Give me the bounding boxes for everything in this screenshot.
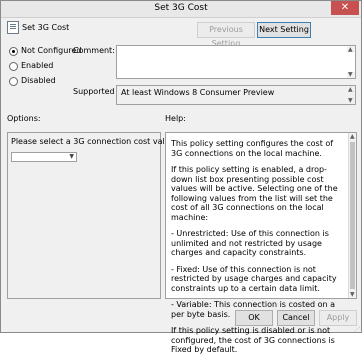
window-title: Set 3G Cost xyxy=(154,3,208,13)
chevron-down-icon[interactable]: ▼ xyxy=(69,153,74,160)
comment-scroll-down-arrow[interactable] xyxy=(347,71,355,78)
supported-scroll-down-arrow[interactable] xyxy=(347,97,355,104)
apply-button[interactable]: Apply xyxy=(319,310,357,326)
radio-disabled-dot[interactable] xyxy=(9,77,18,86)
radio-enabled-dot[interactable] xyxy=(9,62,18,71)
previous-setting-button[interactable]: Previous Setting xyxy=(197,22,255,48)
comment-label: Comment: xyxy=(73,46,115,55)
supported-scroll-up-arrow[interactable] xyxy=(347,86,355,93)
policy-header: Set 3G Cost Previous Setting Next Settin… xyxy=(7,19,357,48)
cancel-button[interactable]: Cancel xyxy=(277,310,315,326)
resize-grip-icon[interactable] xyxy=(354,325,360,333)
help-scrollbar[interactable] xyxy=(348,133,356,298)
radio-enabled-label: Enabled xyxy=(21,61,54,70)
help-paragraph: This policy setting configures the cost … xyxy=(171,139,334,158)
radio-disabled-label: Disabled xyxy=(21,76,56,85)
help-paragraph: - Fixed: Use of this connection is not r… xyxy=(171,264,337,293)
comment-scroll-up-arrow[interactable] xyxy=(347,46,355,53)
policy-name: Set 3G Cost xyxy=(22,23,70,32)
close-button[interactable]: ✕ xyxy=(331,1,359,15)
help-label: Help: xyxy=(165,114,186,123)
help-scroll-thumb[interactable] xyxy=(350,142,355,289)
help-panel: This policy setting configures the cost … xyxy=(165,132,357,354)
help-paragraph: If this policy setting is disabled or is… xyxy=(171,326,335,354)
next-setting-button[interactable]: Next Setting xyxy=(257,22,311,38)
title-bar[interactable]: Set 3G Cost ✕ xyxy=(1,1,361,18)
supported-on-value: At least Windows 8 Consumer Preview xyxy=(121,88,275,97)
ok-button[interactable]: OK xyxy=(235,310,273,326)
comment-field[interactable] xyxy=(116,45,356,79)
help-paragraph: - Unrestricted: Use of this connection i… xyxy=(171,229,329,257)
radio-not-configured-dot[interactable] xyxy=(9,47,18,56)
options-panel: Please select a 3G connection cost value… xyxy=(7,132,203,299)
policy-icon xyxy=(7,21,19,34)
supported-on-field: At least Windows 8 Consumer Preview xyxy=(116,85,356,105)
policy-dialog: Set 3G Cost ✕ Set 3G Cost Previous Setti… xyxy=(0,0,362,354)
help-scroll-down-arrow[interactable] xyxy=(349,291,356,298)
connection-cost-dropdown[interactable]: ▼ xyxy=(11,152,77,162)
help-paragraph: If this policy setting is enabled, a dro… xyxy=(171,165,338,222)
help-scroll-up-arrow[interactable] xyxy=(349,133,356,140)
options-label: Options: xyxy=(7,114,41,123)
help-text: This policy setting configures the cost … xyxy=(171,139,345,362)
